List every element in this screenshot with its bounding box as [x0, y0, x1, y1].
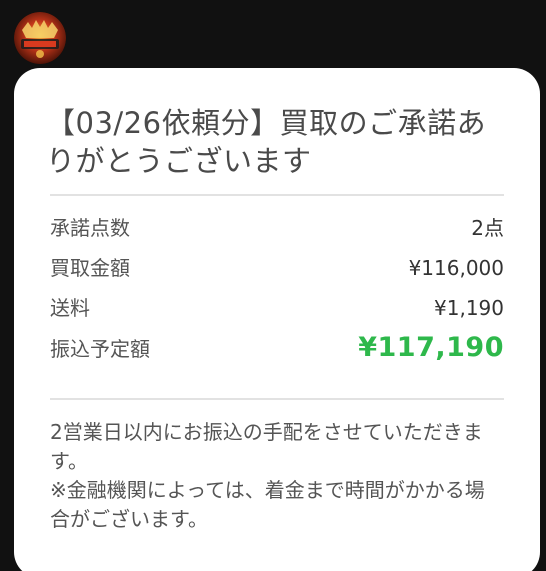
summary-row-purchase-amount: 買取金額 ¥116,000	[50, 252, 504, 292]
count-label: 承諾点数	[50, 216, 130, 240]
transfer-total-label: 振込予定額	[50, 337, 150, 361]
chat-screen: 【03/26依頼分】買取のご承諾ありがとうございます 承諾点数 2点 買取金額 …	[0, 0, 546, 571]
shipping-label: 送料	[50, 296, 90, 320]
summary-row-transfer-total: 振込予定額 ¥117,190	[50, 332, 504, 372]
transfer-total-value: ¥117,190	[358, 332, 504, 363]
store-logo-icon[interactable]	[14, 12, 66, 64]
transfer-schedule-text: 2営業日以内にお振込の手配をさせていただきます。	[50, 420, 483, 473]
count-value: 2点	[471, 216, 504, 240]
message-title: 【03/26依頼分】買取のご承諾ありがとうございます	[46, 106, 487, 178]
summary-row-count: 承諾点数 2点	[50, 212, 504, 252]
purchase-amount-label: 買取金額	[50, 256, 130, 280]
summary-row-shipping: 送料 ¥1,190	[50, 292, 504, 332]
shipping-value: ¥1,190	[434, 296, 504, 320]
disclaimer-text: ※金融機関によっては、着金まで時間がかかる場合がございます。	[50, 478, 485, 531]
purchase-amount-value: ¥116,000	[408, 256, 504, 280]
message-card: 【03/26依頼分】買取のご承諾ありがとうございます 承諾点数 2点 買取金額 …	[14, 68, 540, 571]
transfer-note: 2営業日以内にお振込の手配をさせていただきます。 ※金融機関によっては、着金まで…	[50, 400, 504, 534]
summary-list: 承諾点数 2点 買取金額 ¥116,000 送料 ¥1,190 振込予定額 ¥1…	[50, 196, 504, 398]
